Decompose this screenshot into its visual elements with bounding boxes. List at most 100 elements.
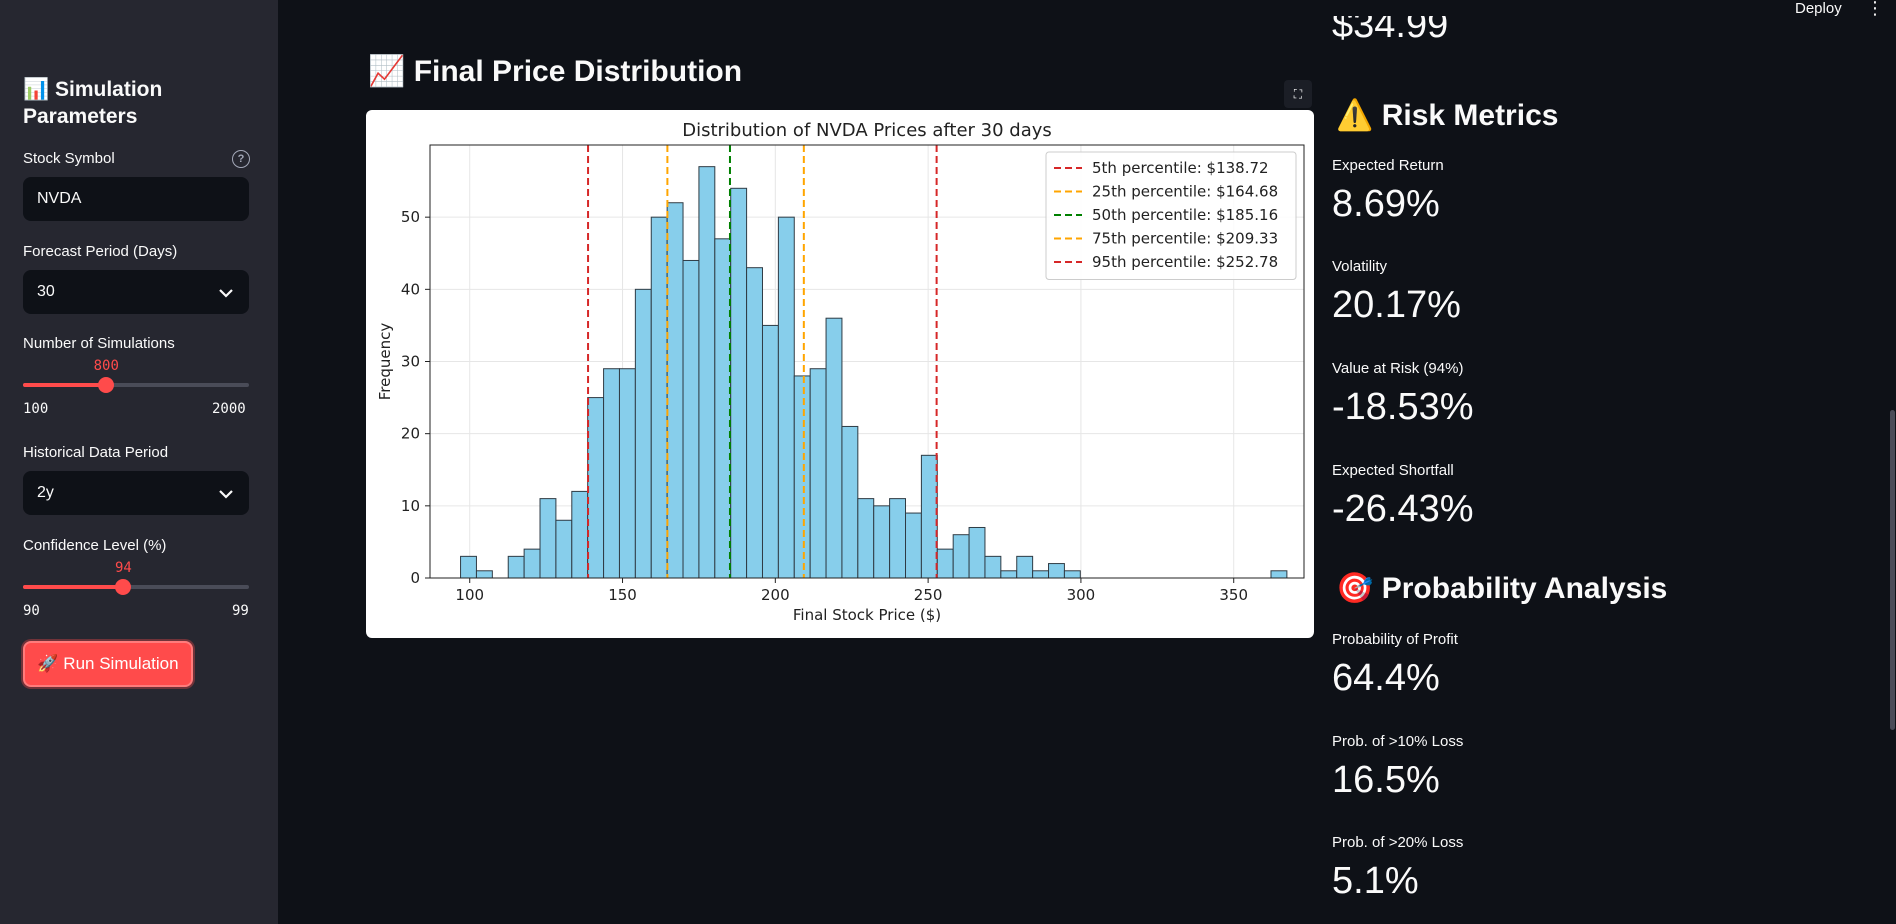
histogram-bar [1032,570,1050,579]
x-tick-label: 100 [455,586,484,604]
metric-label: Expected Shortfall [1332,462,1454,479]
y-tick-label: 50 [401,208,420,226]
histogram-bar [571,490,589,579]
chart-section-title: 📈 Final Price Distribution [368,55,743,88]
confidence-label: Confidence Level (%) [23,537,167,554]
historical-period-select[interactable]: 2y [23,471,249,515]
num-simulations-min: 100 [23,401,49,417]
histogram-bar [539,498,557,579]
scrollbar[interactable] [1890,410,1895,730]
histogram-bar [777,216,795,579]
histogram-bar [475,570,493,579]
x-tick-label: 150 [608,586,637,604]
legend-label: 50th percentile: $185.16 [1092,206,1278,224]
more-vertical-icon[interactable]: ⋮ [1866,0,1884,19]
histogram-bar [1048,563,1065,579]
legend-label: 5th percentile: $138.72 [1092,159,1269,177]
histogram-bar [873,505,891,579]
confidence-value: 94 [114,560,132,576]
metric-value: 5.1% [1332,860,1419,902]
histogram-bar [793,375,811,579]
metric-label: Value at Risk (94%) [1332,360,1464,377]
confidence-slider[interactable] [23,579,249,595]
histogram-bar [984,555,1002,579]
stock-symbol-label: Stock Symbol [23,150,115,167]
y-tick-label: 40 [401,280,420,298]
y-tick-label: 10 [401,497,420,515]
histogram-bar [603,368,620,579]
num-simulations-max: 2000 [212,401,246,417]
histogram-bar [682,259,700,579]
legend-label: 75th percentile: $209.33 [1092,230,1278,248]
histogram-bar [698,166,716,579]
x-tick-label: 350 [1219,586,1248,604]
metric-label: Expected Return [1332,157,1444,174]
sidebar: 📊 Simulation Parameters Stock Symbol ? N… [0,0,278,924]
num-simulations-slider[interactable] [23,377,249,393]
metric-value: 8.69% [1332,183,1440,225]
probability-analysis-title: 🎯 Probability Analysis [1336,572,1668,605]
metric-value: 16.5% [1332,759,1440,801]
histogram-bar [666,202,684,579]
histogram-bar [650,216,668,579]
deploy-button[interactable]: Deploy [1795,0,1842,17]
num-simulations-label: Number of Simulations [23,335,175,352]
slider-fill [23,585,124,589]
x-tick-label: 300 [1067,586,1096,604]
slider-thumb[interactable] [98,377,115,393]
chart-title: Distribution of NVDA Prices after 30 day… [682,120,1052,141]
metric-label: Probability of Profit [1332,631,1458,648]
histogram-bar [714,238,732,579]
stock-symbol-input[interactable]: NVDA [23,177,249,221]
x-tick-label: 250 [914,586,943,604]
histogram-bar [857,498,875,579]
historical-period-value: 2y [37,484,54,501]
metric-value: 20.17% [1332,284,1461,326]
sidebar-title: 📊 Simulation Parameters [23,78,163,128]
histogram-bar [1016,555,1034,579]
cut-off-metric-value: $34.99 [1332,4,1449,46]
x-axis-label: Final Stock Price ($) [793,606,941,624]
histogram-bar [618,368,636,579]
legend-label: 95th percentile: $252.78 [1092,253,1278,271]
histogram-bar [1063,570,1081,579]
histogram-bar [507,555,525,579]
x-tick-label: 200 [761,586,790,604]
histogram-bar [587,397,605,579]
histogram-bar [920,454,938,579]
num-simulations-value: 800 [93,358,119,374]
risk-metrics-title: ⚠️ Risk Metrics [1336,99,1559,132]
metric-value: -18.53% [1332,386,1474,428]
slider-fill [23,383,107,387]
chevron-down-icon [219,471,233,515]
histogram-bar [761,324,779,579]
histogram-bar [460,555,477,579]
chevron-down-icon [219,270,233,314]
slider-thumb[interactable] [115,579,132,595]
fullscreen-icon[interactable]: ⛶ [1284,80,1312,108]
y-tick-label: 0 [410,569,420,587]
metric-label: Volatility [1332,258,1388,275]
histogram-bar [952,534,970,579]
metric-value: 64.4% [1332,657,1440,699]
metric-label: Prob. of >20% Loss [1332,834,1464,851]
stock-symbol-value: NVDA [37,190,82,207]
historical-period-label: Historical Data Period [23,444,169,461]
histogram-bar [968,526,986,579]
y-tick-label: 20 [401,425,420,443]
confidence-max: 99 [232,603,249,619]
histogram-bar [1270,570,1288,579]
histogram-bar [730,187,748,579]
histogram-bar [634,288,652,579]
histogram-chart: 100 150 200 250 300 350 0 10 20 30 40 50 Distributio… [376,120,1305,624]
run-simulation-button[interactable]: 🚀 Run Simulation [23,641,193,687]
forecast-period-value: 30 [37,283,55,300]
histogram-bar [825,317,843,579]
histogram-bar [936,548,954,579]
histogram-bar [746,267,763,579]
forecast-period-select[interactable]: 30 [23,270,249,314]
histogram-bar [905,512,922,579]
metric-label: Prob. of >10% Loss [1332,733,1464,750]
forecast-period-label: Forecast Period (Days) [23,243,178,260]
help-icon[interactable]: ? [232,150,250,168]
